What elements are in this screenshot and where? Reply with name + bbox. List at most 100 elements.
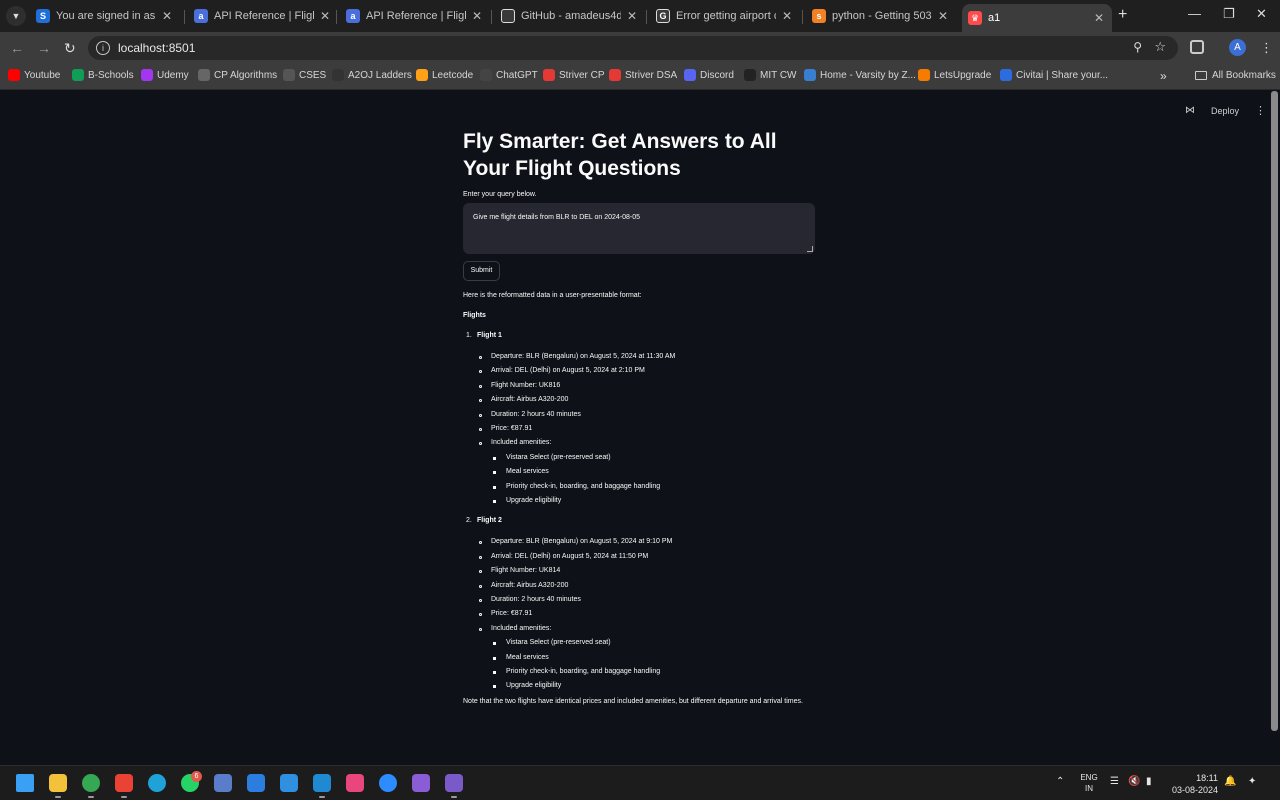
site-info-icon[interactable]: i bbox=[96, 41, 110, 55]
bookmark-item[interactable]: CP Algorithms bbox=[198, 69, 277, 81]
resize-handle-icon[interactable] bbox=[807, 246, 813, 252]
flight-detail: Duration: 2 hours 40 minutes bbox=[479, 596, 581, 603]
volume-muted-icon[interactable]: 🔇 bbox=[1128, 776, 1140, 787]
calculator-icon[interactable] bbox=[214, 774, 232, 792]
calendar-icon[interactable] bbox=[247, 774, 265, 792]
query-input[interactable] bbox=[464, 204, 814, 253]
input-language[interactable]: ENG IN bbox=[1079, 772, 1099, 794]
extensions-icon[interactable] bbox=[1190, 40, 1204, 54]
amenity-text: Upgrade eligibility bbox=[506, 497, 562, 504]
flight-number-marker: 2. bbox=[466, 517, 472, 525]
forward-icon[interactable]: → bbox=[37, 40, 51, 56]
page-scrollbar[interactable] bbox=[1271, 91, 1278, 731]
tab-separator bbox=[802, 10, 803, 24]
edge-icon[interactable] bbox=[148, 774, 166, 792]
close-tab-icon[interactable]: ✕ bbox=[318, 9, 332, 23]
browser-tab[interactable]: s python - Getting 503: "Se ✕ bbox=[806, 4, 956, 28]
bookmark-item[interactable]: Discord bbox=[684, 69, 734, 81]
close-window-icon[interactable]: ✕ bbox=[1256, 6, 1267, 22]
bookmark-favicon-icon bbox=[804, 69, 816, 81]
chrome-icon[interactable] bbox=[82, 774, 100, 792]
terminal-icon[interactable] bbox=[445, 774, 463, 792]
bookmark-item[interactable]: Striver DSA bbox=[609, 69, 677, 81]
flight-detail: Aircraft: Airbus A320-200 bbox=[479, 396, 569, 404]
android-studio-icon[interactable] bbox=[346, 774, 364, 792]
github-icon bbox=[501, 9, 515, 23]
start-icon[interactable] bbox=[16, 774, 34, 792]
all-bookmarks-button[interactable]: All Bookmarks bbox=[1195, 70, 1276, 81]
file-explorer-icon[interactable] bbox=[49, 774, 67, 792]
flight-detail: Price: €87.91 bbox=[479, 425, 532, 432]
hollow-bullet-icon bbox=[479, 442, 482, 446]
bookmark-item[interactable]: LetsUpgrade bbox=[918, 69, 991, 81]
bookmark-item[interactable]: Udemy bbox=[141, 69, 189, 81]
show-hidden-icons-icon[interactable]: ⌃ bbox=[1056, 776, 1064, 787]
flight-detail-text: Aircraft: Airbus A320-200 bbox=[491, 396, 569, 404]
system-clock[interactable]: 18:11 03-08-2024 bbox=[1170, 772, 1218, 796]
bookmark-item[interactable]: ChatGPT bbox=[480, 69, 538, 81]
browser-tab[interactable]: G Error getting airport code ✕ bbox=[650, 4, 800, 28]
bookmark-item[interactable]: A2OJ Ladders bbox=[332, 69, 412, 81]
restore-icon[interactable]: ❐ bbox=[1223, 6, 1235, 22]
zoom-icon[interactable] bbox=[379, 774, 397, 792]
chrome-profile-icon[interactable] bbox=[115, 774, 133, 792]
hollow-bullet-icon bbox=[479, 356, 482, 359]
notifications-icon[interactable]: 🔔 bbox=[1224, 776, 1236, 787]
browser-menu-icon[interactable]: ⋮ bbox=[1260, 40, 1273, 56]
close-tab-icon[interactable]: ✕ bbox=[936, 9, 950, 23]
bookmark-label: Striver CP bbox=[559, 69, 605, 81]
bookmark-favicon-icon bbox=[609, 69, 621, 81]
amadeus-icon: a bbox=[194, 9, 208, 23]
close-tab-icon[interactable]: ✕ bbox=[1092, 11, 1106, 25]
square-bullet-icon bbox=[493, 456, 496, 460]
bookmark-star-icon[interactable]: ☆ bbox=[1154, 39, 1166, 55]
amenity-item: Vistara Select (pre-reserved seat) bbox=[493, 639, 611, 646]
minimize-icon[interactable]: — bbox=[1188, 6, 1201, 21]
hollow-bullet-icon bbox=[479, 413, 482, 417]
close-tab-icon[interactable]: ✕ bbox=[780, 9, 794, 23]
amadeus-icon: a bbox=[346, 9, 360, 23]
address-bar[interactable]: i localhost:8501 ⚲ ☆ bbox=[88, 36, 1178, 60]
hollow-bullet-icon bbox=[479, 399, 482, 403]
browser-tab[interactable]: a API Reference | Flight Off ✕ bbox=[340, 4, 490, 28]
bookmark-item[interactable]: Home - Varsity by Z... bbox=[804, 69, 916, 81]
battery-icon[interactable]: ▮ bbox=[1146, 776, 1152, 787]
bookmark-item[interactable]: Youtube bbox=[8, 69, 60, 81]
browser-tab[interactable]: a API Reference | Flight Off ✕ bbox=[188, 4, 338, 28]
visual-studio-icon[interactable] bbox=[412, 774, 430, 792]
browser-tab[interactable]: GitHub - amadeus4dev/a ✕ bbox=[495, 4, 645, 28]
profile-avatar[interactable]: A bbox=[1229, 39, 1246, 56]
tab-search-button[interactable]: ▼ bbox=[6, 6, 26, 26]
browser-tab[interactable]: S You are signed in as pesu ✕ bbox=[30, 4, 180, 28]
amenity-item: Meal services bbox=[493, 468, 549, 475]
reload-icon[interactable]: ↻ bbox=[64, 40, 76, 57]
running-indicator bbox=[55, 796, 61, 798]
bookmark-item[interactable]: Civitai | Share your... bbox=[1000, 69, 1108, 81]
vscode-icon[interactable] bbox=[313, 774, 331, 792]
wifi-icon[interactable]: ☰ bbox=[1110, 776, 1119, 787]
bookmark-item[interactable]: CSES bbox=[283, 69, 326, 81]
flight-detail-text: Aircraft: Airbus A320-200 bbox=[491, 581, 569, 589]
back-icon[interactable]: ← bbox=[10, 40, 24, 56]
zoom-icon[interactable]: ⚲ bbox=[1133, 40, 1142, 54]
new-tab-button[interactable]: + bbox=[1118, 6, 1127, 24]
hollow-bullet-icon bbox=[479, 584, 482, 588]
submit-button[interactable]: Submit bbox=[463, 261, 500, 281]
close-tab-icon[interactable]: ✕ bbox=[470, 9, 484, 23]
close-tab-icon[interactable]: ✕ bbox=[625, 9, 639, 23]
bookmark-item[interactable]: B-Schools bbox=[72, 69, 134, 81]
flight-detail: Departure: BLR (Bengaluru) on August 5, … bbox=[479, 538, 672, 545]
browser-tab[interactable]: ♛ a1 ✕ bbox=[962, 4, 1112, 32]
result-intro: Here is the reformatted data in a user-p… bbox=[463, 292, 642, 299]
flight-detail: Aircraft: Airbus A320-200 bbox=[479, 581, 569, 589]
bookmark-item[interactable]: MIT CW bbox=[744, 69, 796, 81]
deploy-button[interactable]: Deploy bbox=[1211, 106, 1239, 116]
copilot-icon[interactable]: ✦ bbox=[1248, 776, 1256, 787]
notepad-icon[interactable] bbox=[280, 774, 298, 792]
more-bookmarks-icon[interactable]: » bbox=[1160, 69, 1167, 83]
stackoverflow-icon: s bbox=[812, 9, 826, 23]
close-tab-icon[interactable]: ✕ bbox=[160, 9, 174, 23]
app-menu-icon[interactable]: ⋮ bbox=[1255, 104, 1266, 117]
bookmark-item[interactable]: Leetcode bbox=[416, 69, 473, 81]
bookmark-item[interactable]: Striver CP bbox=[543, 69, 605, 81]
